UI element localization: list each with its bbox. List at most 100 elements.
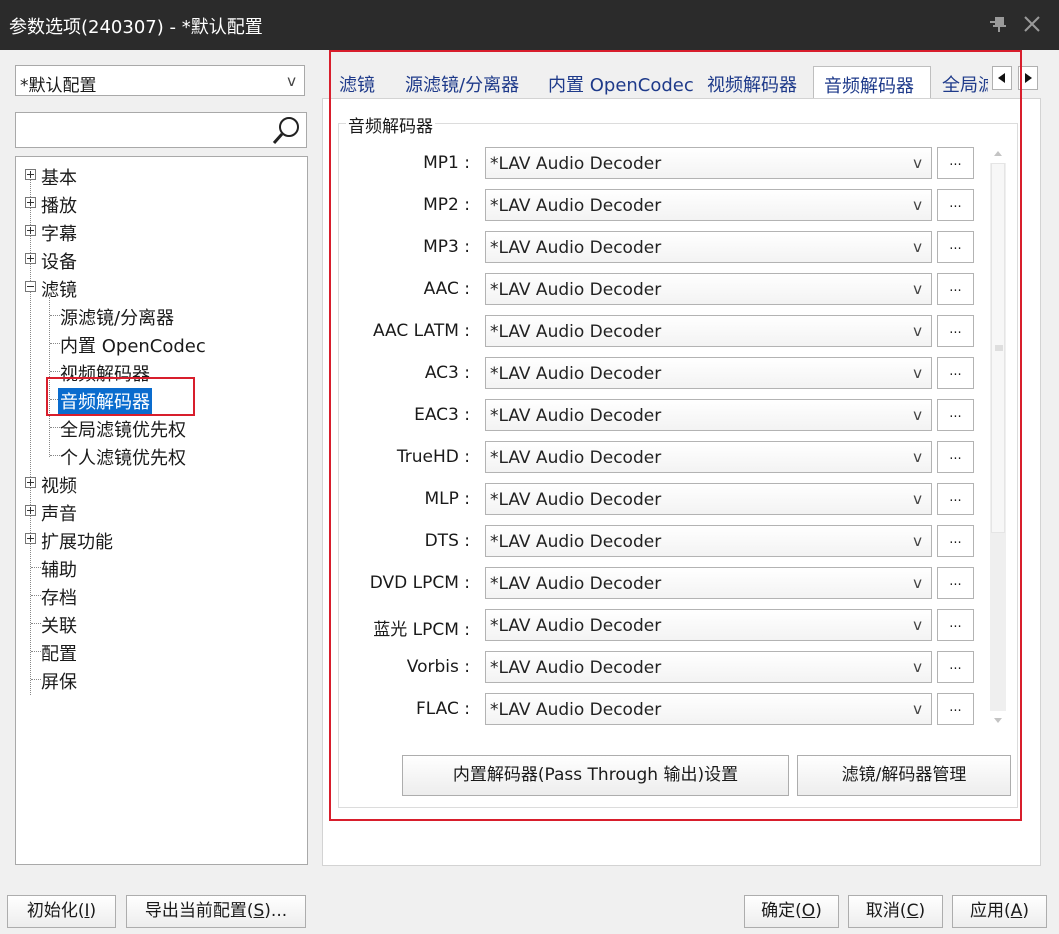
decoder-options-button[interactable]: ... — [937, 147, 974, 179]
window-title: 参数选项(240307) - *默认配置 — [9, 17, 263, 38]
close-icon[interactable] — [1020, 12, 1044, 36]
decoder-scrollbar[interactable] — [990, 145, 1006, 729]
expand-icon[interactable] — [25, 253, 36, 264]
btn-text-end: ) — [918, 901, 926, 921]
magnifier-icon[interactable] — [270, 115, 302, 147]
scroll-up-icon — [994, 151, 1002, 156]
tree-label: 设备 — [41, 252, 77, 273]
decoder-label: AAC LATM : — [372, 321, 470, 341]
decoder-label: EAC3 : — [414, 405, 470, 425]
cancel-button[interactable]: 取消(C) — [848, 895, 943, 928]
decoder-select[interactable]: *LAV Audio Decoder v — [485, 525, 932, 557]
filter-manager-button[interactable]: 滤镜/解码器管理 — [797, 755, 1011, 796]
btn-text: 导出当前配置( — [144, 901, 254, 921]
decoder-select[interactable]: *LAV Audio Decoder v — [485, 483, 932, 515]
decoder-select[interactable]: *LAV Audio Decoder v — [485, 567, 932, 599]
expand-icon[interactable] — [25, 225, 36, 236]
tab-scroll-right[interactable] — [1018, 66, 1038, 90]
decoder-value: *LAV Audio Decoder — [490, 322, 662, 342]
decoder-options-button[interactable]: ... — [937, 273, 974, 305]
decoder-select[interactable]: *LAV Audio Decoder v — [485, 357, 932, 389]
tab-global-filter[interactable]: 全局滤 — [942, 66, 988, 98]
decoder-value: *LAV Audio Decoder — [490, 532, 662, 552]
expand-icon[interactable] — [25, 197, 36, 208]
decoder-select[interactable]: *LAV Audio Decoder v — [485, 693, 932, 725]
tree-connector — [50, 371, 60, 372]
decoder-value: *LAV Audio Decoder — [490, 406, 662, 426]
tree-label: 内置 OpenCodec — [60, 336, 206, 357]
expand-icon[interactable] — [25, 505, 36, 516]
decoder-value: *LAV Audio Decoder — [490, 658, 662, 678]
tree-connector — [31, 567, 41, 568]
decoder-select[interactable]: *LAV Audio Decoder v — [485, 399, 932, 431]
tree-connector — [31, 651, 41, 652]
title-bar: 参数选项(240307) - *默认配置 — [0, 0, 1059, 50]
decoder-select[interactable]: *LAV Audio Decoder v — [485, 315, 932, 347]
scroll-thumb[interactable] — [991, 163, 1005, 533]
decoder-select[interactable]: *LAV Audio Decoder v — [485, 441, 932, 473]
chevron-down-icon: v — [913, 700, 922, 718]
btn-text-end: ) — [815, 901, 822, 921]
decoder-options-button[interactable]: ... — [937, 441, 974, 473]
chevron-down-icon: v — [913, 448, 922, 466]
expand-icon[interactable] — [25, 533, 36, 544]
decoder-options-button[interactable]: ... — [937, 315, 974, 347]
decoder-label: AAC : — [423, 279, 470, 299]
tree-guide-line — [30, 171, 31, 695]
btn-accel: S — [253, 901, 265, 921]
expand-icon[interactable] — [25, 477, 36, 488]
decoder-options-button[interactable]: ... — [937, 357, 974, 389]
chevron-down-icon: v — [913, 574, 922, 592]
passthrough-settings-button[interactable]: 内置解码器(Pass Through 输出)设置 — [402, 755, 789, 796]
collapse-icon[interactable] — [25, 281, 36, 292]
tree-label: 字幕 — [41, 224, 77, 245]
ok-button[interactable]: 确定(O) — [744, 895, 839, 928]
search-input[interactable] — [19, 116, 268, 146]
arrow-right-icon — [1025, 73, 1032, 83]
tree-label: 配置 — [41, 644, 77, 665]
tree-connector — [31, 595, 41, 596]
profile-select[interactable]: *默认配置 v — [15, 65, 305, 96]
init-button[interactable]: 初始化(I) — [7, 895, 116, 928]
tree-selection-highlight — [46, 377, 195, 416]
group-title: 音频解码器 — [346, 112, 435, 137]
decoder-options-button[interactable]: ... — [937, 525, 974, 557]
btn-text-end: ) — [89, 901, 97, 921]
decoder-select[interactable]: *LAV Audio Decoder v — [485, 273, 932, 305]
decoder-options-button[interactable]: ... — [937, 651, 974, 683]
decoder-options-button[interactable]: ... — [937, 567, 974, 599]
decoder-select[interactable]: *LAV Audio Decoder v — [485, 189, 932, 221]
tree-label: 播放 — [41, 196, 77, 217]
pin-icon[interactable] — [986, 12, 1010, 36]
tree-label: 全局滤镜优先权 — [60, 420, 186, 441]
grip-icon — [995, 345, 1003, 351]
decoder-options-button[interactable]: ... — [937, 609, 974, 641]
decoder-select[interactable]: *LAV Audio Decoder v — [485, 609, 932, 641]
chevron-down-icon: v — [913, 616, 922, 634]
tree-label: 源滤镜/分离器 — [60, 308, 175, 329]
expand-icon[interactable] — [25, 169, 36, 180]
tab-scroll-left[interactable] — [992, 66, 1012, 90]
tab-label: 滤镜 — [339, 75, 375, 96]
chevron-down-icon: v — [913, 196, 922, 214]
decoder-select[interactable]: *LAV Audio Decoder v — [485, 147, 932, 179]
apply-button[interactable]: 应用(A) — [952, 895, 1047, 928]
tree-connector — [50, 343, 60, 344]
search-box — [15, 112, 307, 148]
tree-connector — [50, 427, 60, 428]
decoder-options-button[interactable]: ... — [937, 399, 974, 431]
decoder-select[interactable]: *LAV Audio Decoder v — [485, 651, 932, 683]
tab-label: 视频解码器 — [707, 75, 797, 96]
decoder-options-button[interactable]: ... — [937, 189, 974, 221]
decoder-select[interactable]: *LAV Audio Decoder v — [485, 231, 932, 263]
decoder-options-button[interactable]: ... — [937, 483, 974, 515]
decoder-options-button[interactable]: ... — [937, 693, 974, 725]
export-config-button[interactable]: 导出当前配置(S)... — [126, 895, 306, 928]
decoder-value: *LAV Audio Decoder — [490, 574, 662, 594]
decoder-value: *LAV Audio Decoder — [490, 490, 662, 510]
decoder-options-button[interactable]: ... — [937, 231, 974, 263]
decoder-value: *LAV Audio Decoder — [490, 448, 662, 468]
chevron-down-icon: v — [913, 490, 922, 508]
tab-audio-decoder[interactable]: 音频解码器 — [813, 66, 931, 100]
decoder-value: *LAV Audio Decoder — [490, 616, 662, 636]
